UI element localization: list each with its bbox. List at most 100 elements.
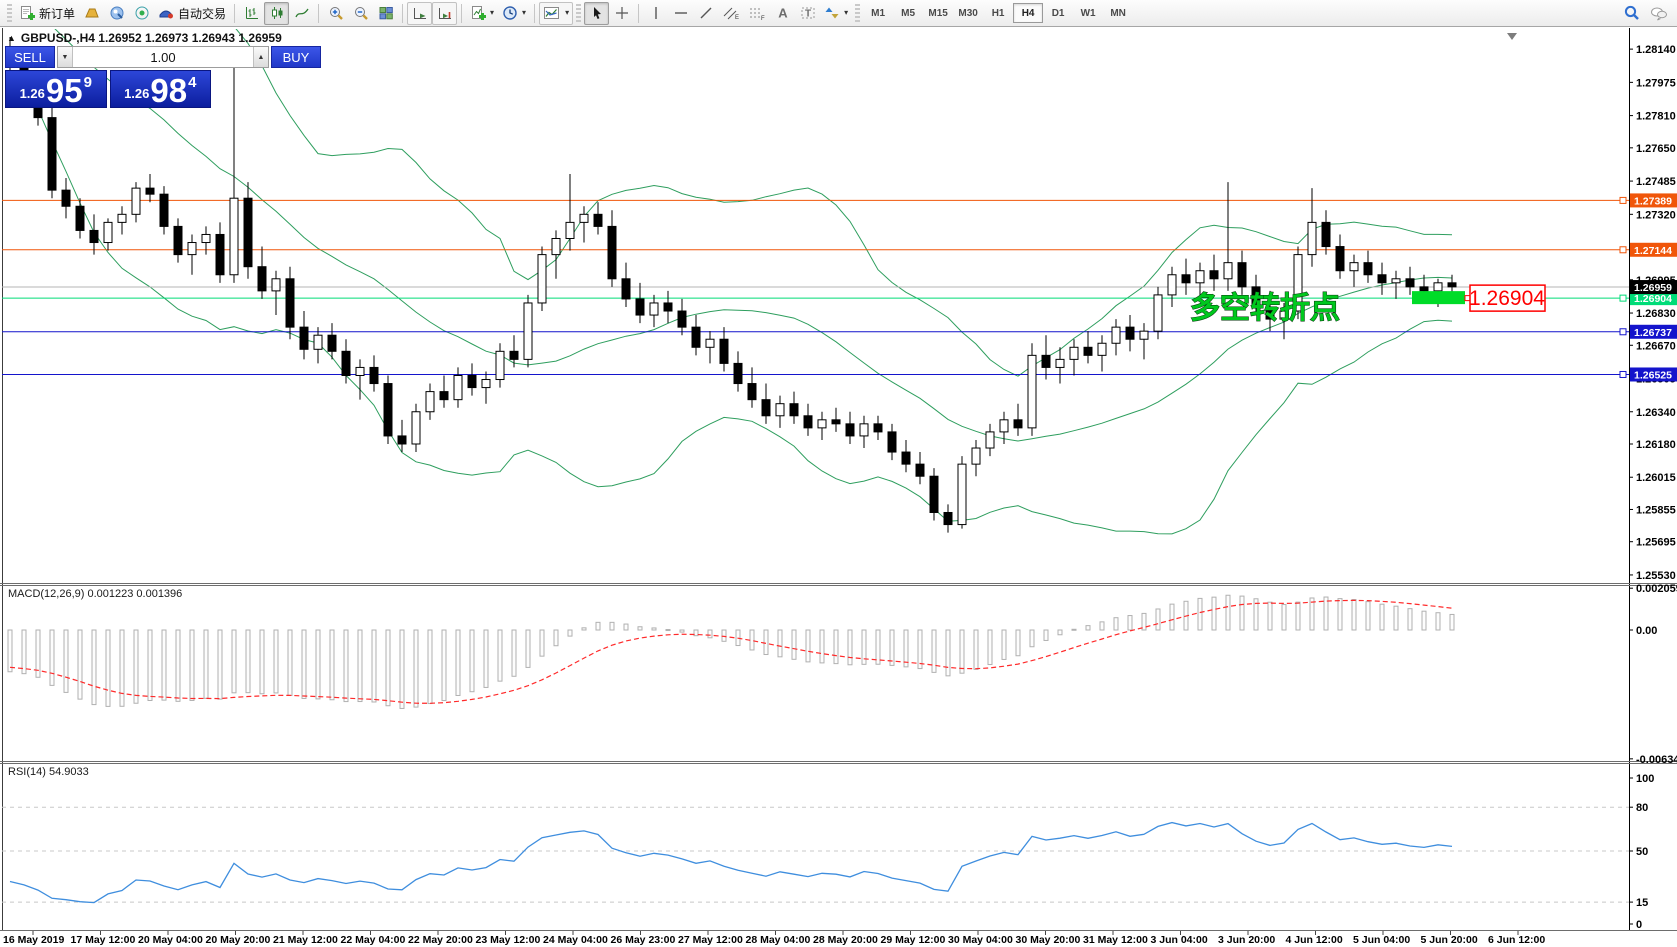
auto-scroll-button[interactable] xyxy=(407,2,432,25)
macd-bar xyxy=(1016,630,1020,656)
time-axis-label: 28 May 20:00 xyxy=(813,934,878,946)
macd-bar xyxy=(568,630,572,636)
macd-bar xyxy=(148,630,152,700)
candle-body xyxy=(1238,263,1246,287)
chart-canvas[interactable]: 多空转折点1.281401.279751.278101.276501.27485… xyxy=(0,0,1677,947)
timeframe-d1-button[interactable]: D1 xyxy=(1043,3,1073,23)
autotrading-button[interactable]: 自动交易 xyxy=(154,2,230,25)
toolbar-grip[interactable] xyxy=(7,4,12,23)
macd-bar xyxy=(260,630,264,694)
indicators-icon xyxy=(543,5,561,21)
timeframe-mn-button[interactable]: MN xyxy=(1103,3,1133,23)
channel-tool-button[interactable]: E xyxy=(718,2,744,25)
cursor-tool-button[interactable] xyxy=(584,2,609,25)
price-tick-label: 1.26180 xyxy=(1636,439,1676,451)
highlight-box[interactable] xyxy=(1412,291,1465,304)
candle-body xyxy=(678,311,686,327)
profiles-clock-button[interactable]: ▾ xyxy=(498,2,530,25)
bar-chart-icon xyxy=(244,5,260,21)
toolbar: 新订单 自动交易 xyxy=(0,0,1677,27)
macd-bar xyxy=(764,630,768,655)
market-watch-button[interactable] xyxy=(79,2,104,25)
arrows-tool-button[interactable]: ▾ xyxy=(820,2,852,25)
toolbar-separator xyxy=(461,4,462,23)
macd-bar xyxy=(176,630,180,701)
bar-chart-button[interactable] xyxy=(239,2,264,25)
timeframe-h4-button[interactable]: H4 xyxy=(1013,3,1043,23)
search-button[interactable] xyxy=(1619,2,1645,25)
macd-bar xyxy=(792,630,796,659)
macd-bar xyxy=(1282,605,1286,630)
line-handle[interactable] xyxy=(1620,197,1626,203)
sell-price-big: 95 xyxy=(46,77,83,105)
macd-bar xyxy=(918,630,922,669)
horizontal-line-tool-button[interactable] xyxy=(668,2,693,25)
svg-text:E: E xyxy=(735,15,739,21)
timeframe-w1-button[interactable]: W1 xyxy=(1073,3,1103,23)
candle-body xyxy=(1182,275,1190,283)
sell-button[interactable]: SELL xyxy=(5,46,55,68)
candlestick-chart-button[interactable] xyxy=(264,2,289,25)
zoom-out-button[interactable] xyxy=(348,2,373,25)
macd-bar xyxy=(288,630,292,695)
new-order-button[interactable]: 新订单 xyxy=(15,2,79,25)
timeframe-m30-button[interactable]: M30 xyxy=(953,3,983,23)
toolbar-separator xyxy=(402,4,403,23)
macd-bar xyxy=(302,630,306,698)
timeframe-m1-button[interactable]: M1 xyxy=(863,3,893,23)
buy-button[interactable]: BUY xyxy=(271,46,321,68)
text-tool-button[interactable]: A xyxy=(770,2,795,25)
macd-bar xyxy=(400,630,404,708)
navigator-button[interactable] xyxy=(104,2,129,25)
chat-button[interactable] xyxy=(1645,2,1673,25)
time-axis-label: 17 May 12:00 xyxy=(71,934,136,946)
candle-body xyxy=(286,279,294,327)
collapse-panel-icon[interactable]: ▲ xyxy=(7,33,16,43)
fibonacci-tool-button[interactable]: F xyxy=(744,2,770,25)
timeframe-h1-button[interactable]: H1 xyxy=(983,3,1013,23)
sell-price-box[interactable]: 1.26 95 9 xyxy=(5,70,107,108)
line-handle[interactable] xyxy=(1620,329,1626,335)
annotation-text[interactable]: 多空转折点 xyxy=(1190,292,1340,325)
new-chart-button[interactable]: ▾ xyxy=(466,2,498,25)
line-handle[interactable] xyxy=(1620,295,1626,301)
buy-price-sup: 4 xyxy=(188,74,196,91)
volume-increase-button[interactable]: ▲ xyxy=(253,47,268,67)
signals-button[interactable] xyxy=(129,2,154,25)
mt4-window: 新订单 自动交易 xyxy=(0,0,1677,947)
market-watch-icon xyxy=(84,5,100,21)
crosshair-tool-button[interactable] xyxy=(609,2,634,25)
volume-input[interactable] xyxy=(73,47,253,67)
macd-bar xyxy=(316,630,320,699)
macd-bar xyxy=(1128,616,1132,630)
line-handle[interactable] xyxy=(1620,247,1626,253)
line-chart-button[interactable] xyxy=(289,2,314,25)
zoom-in-button[interactable] xyxy=(323,2,348,25)
timeframe-m5-button[interactable]: M5 xyxy=(893,3,923,23)
toolbar-grip[interactable] xyxy=(855,4,860,23)
candle-body xyxy=(1098,343,1106,355)
indicators-button[interactable]: ▾ xyxy=(539,2,573,25)
chart-shift-marker[interactable] xyxy=(1507,33,1517,40)
toolbar-separator xyxy=(638,4,639,23)
trendline-tool-button[interactable] xyxy=(693,2,718,25)
buy-price-box[interactable]: 1.26 98 4 xyxy=(110,70,212,108)
candle-body xyxy=(1126,327,1134,339)
macd-bar xyxy=(1030,630,1034,647)
signals-icon xyxy=(134,5,150,21)
new-order-label: 新订单 xyxy=(39,5,75,22)
macd-bar xyxy=(22,630,26,674)
candle-body xyxy=(384,384,392,436)
volume-decrease-button[interactable]: ▼ xyxy=(58,47,73,67)
timeframe-m15-button[interactable]: M15 xyxy=(923,3,953,23)
text-label-tool-button[interactable]: T xyxy=(795,2,820,25)
macd-bar xyxy=(960,630,964,673)
candle-body xyxy=(748,384,756,400)
vertical-line-tool-button[interactable] xyxy=(643,2,668,25)
macd-bar xyxy=(974,630,978,669)
line-handle[interactable] xyxy=(1620,371,1626,377)
tile-windows-button[interactable] xyxy=(373,2,398,25)
chart-shift-button[interactable] xyxy=(432,2,457,25)
equidistant-channel-icon: E xyxy=(722,5,740,21)
toolbar-grip[interactable] xyxy=(576,4,581,23)
